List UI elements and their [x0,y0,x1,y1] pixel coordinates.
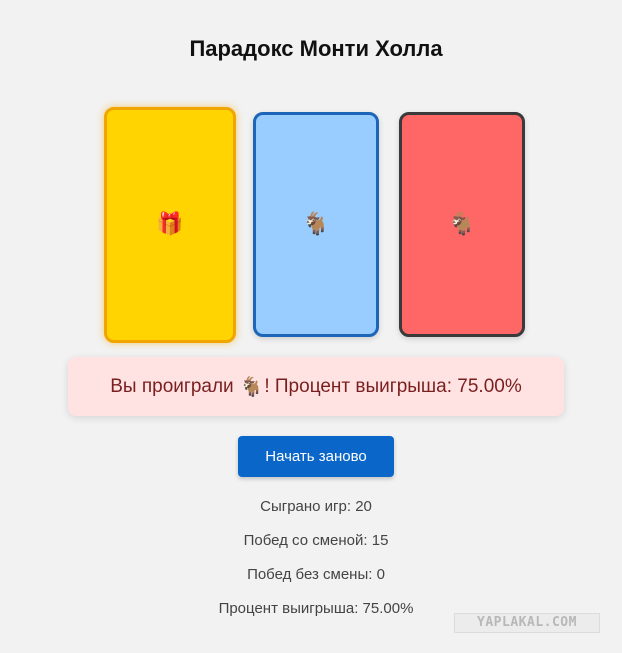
result-prefix: Вы проиграли [110,375,234,397]
watermark-logo: YAPLAKAL.COM [454,613,600,633]
goat-icon: 🐐 [302,211,330,237]
result-message: Вы проиграли 🐐 ! Процент выигрыша: 75.00… [68,357,564,416]
stat-games-played: Сыграно игр: 20 [260,498,372,515]
result-suffix: ! Процент выигрыша: 75.00% [264,375,522,397]
restart-button[interactable]: Начать заново [238,436,394,477]
gift-icon: 🎁 [156,212,184,237]
stat-wins-without-switch: Побед без смены: 0 [247,566,385,583]
goat-icon: 🐐 [239,376,264,398]
page-title: Парадокс Монти Холла [189,36,443,61]
stat-wins-with-switch: Побед со сменой: 15 [243,532,389,549]
door-2[interactable]: 🐐 [253,112,379,337]
door-3[interactable]: 🐐 [399,112,525,337]
goat-icon: 🐐 [448,211,476,237]
door-1[interactable]: 🎁 [104,107,236,343]
game-page: Парадокс Монти Холла 🎁 🐐 🐐 Вы проиграли … [0,0,622,653]
